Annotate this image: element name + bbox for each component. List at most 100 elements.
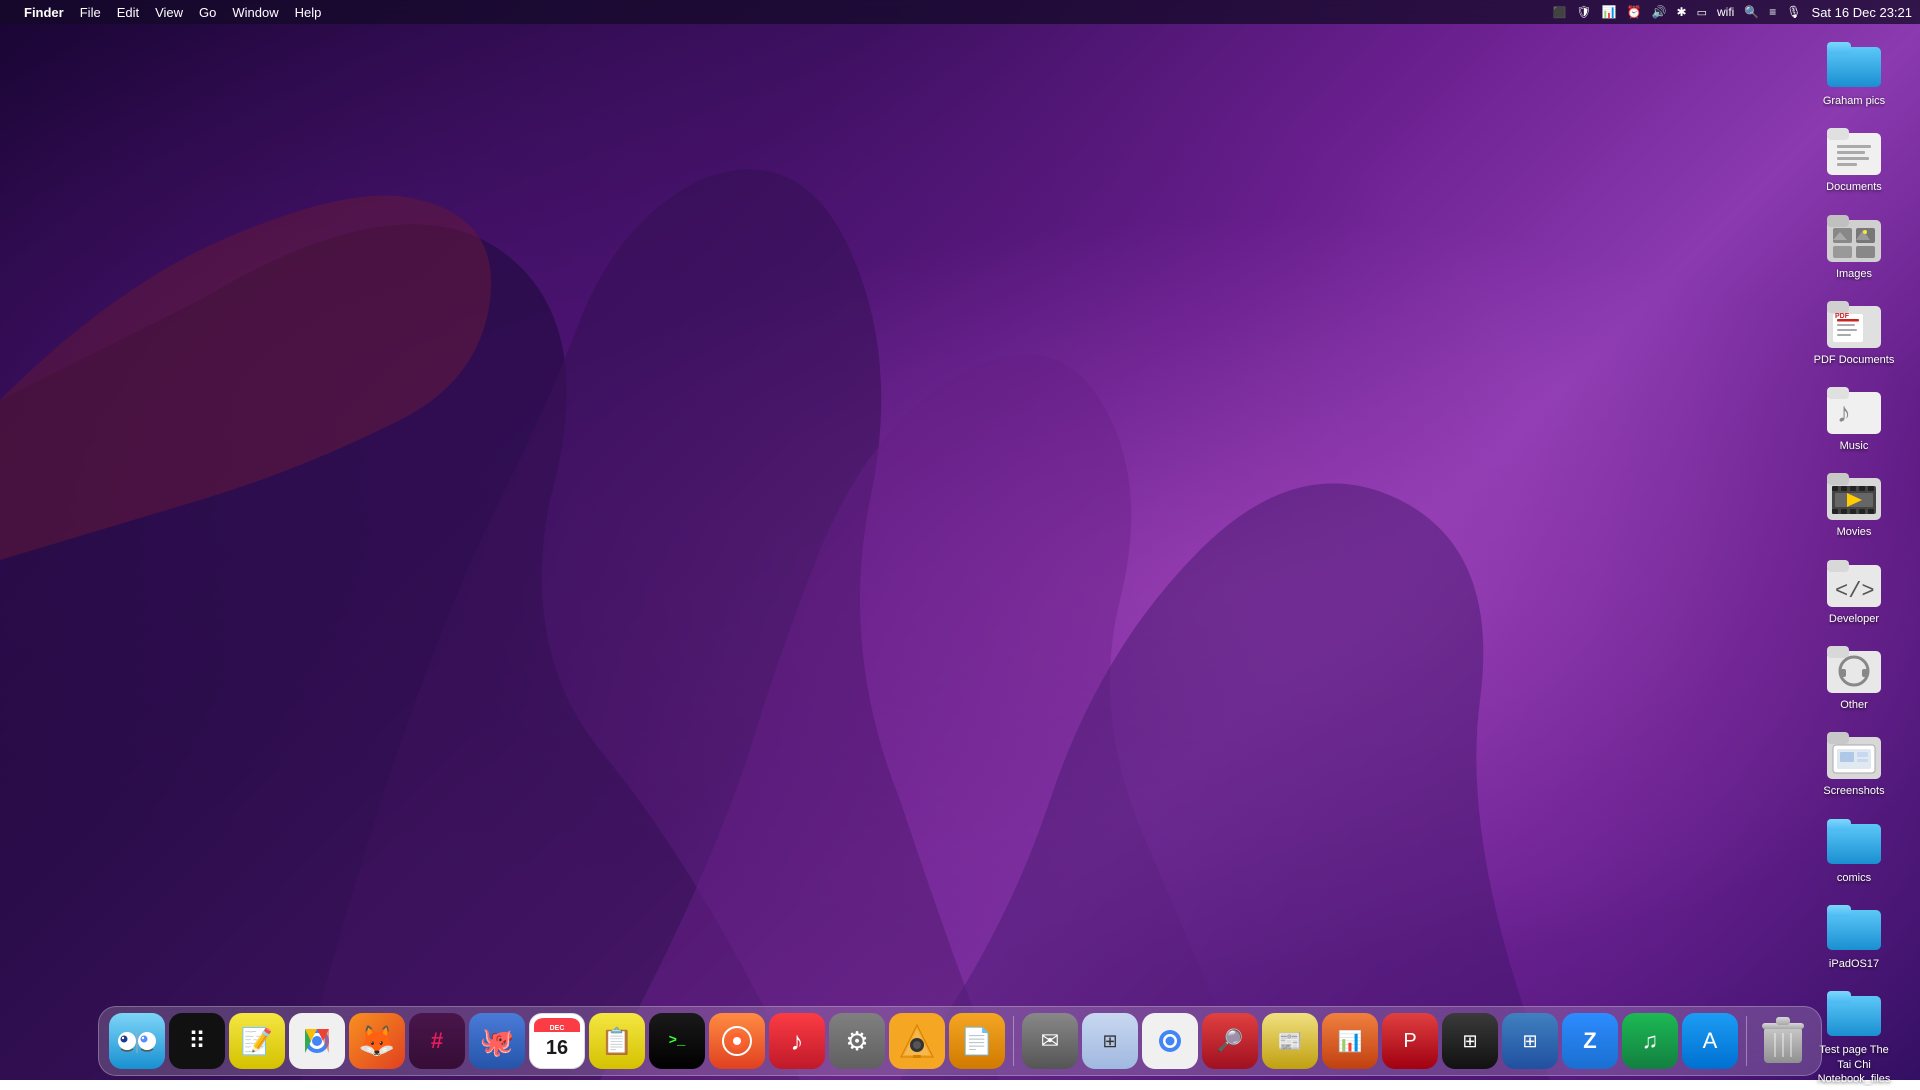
- search-icon[interactable]: 🔍: [1744, 5, 1759, 19]
- dock-item-zoom[interactable]: Z: [1562, 1013, 1618, 1069]
- battery-icon[interactable]: ▭: [1697, 6, 1707, 19]
- vpn-icon[interactable]: 🛡: [1576, 5, 1591, 19]
- menubar-left: Finder File Edit View Go Window Help: [8, 5, 321, 20]
- dock-item-music[interactable]: ♪: [769, 1013, 825, 1069]
- dock-item-launchpad[interactable]: ⠿: [169, 1013, 225, 1069]
- dock-item-flux[interactable]: [709, 1013, 765, 1069]
- desktop-icon-developer[interactable]: </> Developer: [1809, 548, 1899, 630]
- screenshots-folder-svg: [1827, 727, 1881, 779]
- menubar-help[interactable]: Help: [295, 5, 322, 20]
- dock-item-app8[interactable]: ⊞: [1442, 1013, 1498, 1069]
- firefox-dock-icon: 🦊: [349, 1013, 405, 1069]
- dock: ⠿ 📝 🦊 #: [98, 1006, 1822, 1076]
- flux-dock-icon: [709, 1013, 765, 1069]
- menubar-finder[interactable]: Finder: [24, 5, 64, 20]
- app4-dock-icon: 🔎: [1202, 1013, 1258, 1069]
- dock-separator: [1013, 1016, 1014, 1066]
- dock-item-missive[interactable]: ✉: [1022, 1013, 1078, 1069]
- app8-dock-icon: ⊞: [1442, 1013, 1498, 1069]
- dock-item-app9[interactable]: ⊞: [1502, 1013, 1558, 1069]
- other-icon-img: [1825, 638, 1883, 696]
- chrome2-dock-icon: [1142, 1013, 1198, 1069]
- volume-icon[interactable]: 🔊: [1652, 5, 1667, 19]
- spotify-dock-icon: ♫: [1622, 1013, 1678, 1069]
- siri-icon[interactable]: 🎙: [1786, 5, 1801, 19]
- dock-item-chrome2[interactable]: [1142, 1013, 1198, 1069]
- menubar-window[interactable]: Window: [232, 5, 278, 20]
- pdf-folder-svg: PDF: [1827, 296, 1881, 348]
- dock-item-trash[interactable]: [1755, 1013, 1811, 1069]
- other-label: Other: [1840, 698, 1868, 712]
- screen-record-icon[interactable]: ⬛: [1553, 6, 1567, 19]
- developer-icon-img: </>: [1825, 552, 1883, 610]
- dock-item-system-preferences[interactable]: ⚙: [829, 1013, 885, 1069]
- appstore-dock-icon: A: [1682, 1013, 1738, 1069]
- control-center-icon[interactable]: ≡: [1769, 5, 1776, 19]
- menubar-file[interactable]: File: [80, 5, 101, 20]
- desktop-icon-other[interactable]: Other: [1809, 634, 1899, 716]
- dock-item-stickies[interactable]: 📝: [229, 1013, 285, 1069]
- chrome-dock-icon: [289, 1013, 345, 1069]
- desktop-icon-music[interactable]: ♪ Music: [1809, 375, 1899, 457]
- music-icon-img: ♪: [1825, 379, 1883, 437]
- dock-item-notes[interactable]: 📋: [589, 1013, 645, 1069]
- clock-display[interactable]: Sat 16 Dec 23:21: [1812, 5, 1912, 20]
- comics-folder-svg: [1827, 816, 1881, 864]
- desktop-icon-images[interactable]: Images: [1809, 203, 1899, 285]
- ipados17-label: iPadOS17: [1829, 957, 1879, 971]
- finder-dock-icon: [109, 1013, 165, 1069]
- dock-separator-2: [1746, 1016, 1747, 1066]
- menubar: Finder File Edit View Go Window Help ⬛ 🛡…: [0, 0, 1920, 24]
- app9-dock-icon: ⊞: [1502, 1013, 1558, 1069]
- desktop-icon-screenshots[interactable]: Screenshots: [1809, 720, 1899, 802]
- bluetooth-icon[interactable]: ✱: [1677, 5, 1687, 19]
- documents-folder-svg: [1827, 123, 1881, 175]
- dock-item-vlc[interactable]: [889, 1013, 945, 1069]
- dock-item-github-desktop[interactable]: 🐙: [469, 1013, 525, 1069]
- activity-icon[interactable]: 📊: [1602, 5, 1617, 19]
- images-label: Images: [1836, 267, 1872, 281]
- dock-item-browser-stack[interactable]: ⊞: [1082, 1013, 1138, 1069]
- dock-item-finder[interactable]: [109, 1013, 165, 1069]
- desktop-icon-ipados17[interactable]: iPadOS17: [1809, 893, 1899, 975]
- trash-dock-icon: [1755, 1013, 1811, 1069]
- desktop-wallpaper-svg: [0, 0, 1920, 1080]
- desktop-icon-documents[interactable]: Documents: [1809, 116, 1899, 198]
- desktop-icon-movies[interactable]: Movies: [1809, 461, 1899, 543]
- app5-dock-icon: 📰: [1262, 1013, 1318, 1069]
- app7-dock-icon: P: [1382, 1013, 1438, 1069]
- dock-item-terminal[interactable]: >_: [649, 1013, 705, 1069]
- svg-text:DEC: DEC: [550, 1025, 565, 1032]
- menubar-view[interactable]: View: [155, 5, 183, 20]
- clock-widget-icon[interactable]: ⏰: [1627, 5, 1642, 19]
- desktop-icon-pdf-documents[interactable]: PDF PDF Documents: [1809, 289, 1899, 371]
- desktop-background: [0, 0, 1920, 1080]
- menubar-edit[interactable]: Edit: [117, 5, 139, 20]
- dock-item-app6[interactable]: 📊: [1322, 1013, 1378, 1069]
- pages-dock-icon: 📄: [949, 1013, 1005, 1069]
- menubar-go[interactable]: Go: [199, 5, 216, 20]
- zoom-dock-icon: Z: [1562, 1013, 1618, 1069]
- dock-item-app5[interactable]: 📰: [1262, 1013, 1318, 1069]
- terminal-dock-icon: >_: [649, 1013, 705, 1069]
- images-folder-svg: [1827, 210, 1881, 262]
- graham-pics-label: Graham pics: [1823, 94, 1885, 108]
- dock-item-spotify[interactable]: ♫: [1622, 1013, 1678, 1069]
- wifi-icon[interactable]: wifi: [1717, 5, 1734, 19]
- desktop-icon-graham-pics[interactable]: Graham pics: [1809, 30, 1899, 112]
- dock-item-calendar[interactable]: DEC 16: [529, 1013, 585, 1069]
- dock-item-slack[interactable]: #: [409, 1013, 465, 1069]
- other-folder-svg: [1827, 641, 1881, 693]
- dock-item-pages[interactable]: 📄: [949, 1013, 1005, 1069]
- comics-icon-img: [1825, 811, 1883, 869]
- dock-item-firefox[interactable]: 🦊: [349, 1013, 405, 1069]
- svg-text:16: 16: [546, 1037, 568, 1059]
- ipados17-icon-img: [1825, 897, 1883, 955]
- dock-item-chrome[interactable]: [289, 1013, 345, 1069]
- dock-item-app-store[interactable]: A: [1682, 1013, 1738, 1069]
- ipados17-folder-svg: [1827, 902, 1881, 950]
- dock-item-app4[interactable]: 🔎: [1202, 1013, 1258, 1069]
- comics-label: comics: [1837, 871, 1871, 885]
- desktop-icon-comics[interactable]: comics: [1809, 807, 1899, 889]
- dock-item-app7[interactable]: P: [1382, 1013, 1438, 1069]
